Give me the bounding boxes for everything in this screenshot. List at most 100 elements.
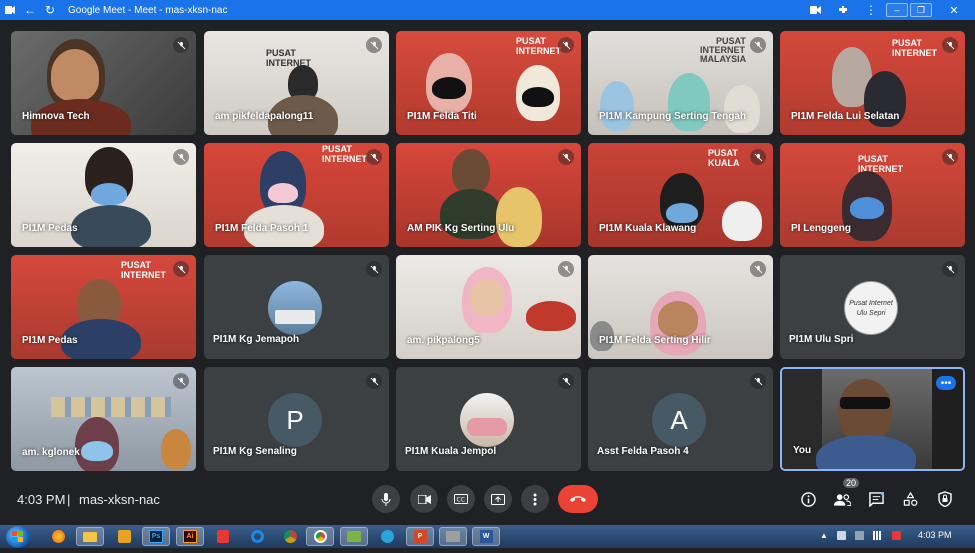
map-app-icon[interactable] — [340, 527, 368, 546]
restore-icon[interactable]: ❐ — [910, 3, 932, 17]
self-view-tile[interactable]: ••• You — [780, 367, 965, 471]
participant-tile[interactable]: PUSAT KUALA PI1M Kuala Klawang — [588, 143, 773, 247]
mic-off-icon — [173, 261, 189, 277]
media-player-icon[interactable] — [110, 527, 138, 546]
chrome-icon[interactable] — [306, 527, 334, 546]
microphone-icon — [381, 492, 391, 506]
mic-off-icon — [942, 37, 958, 53]
meeting-controls-bar: 4:03 PM | mas-xksn-nac CC — [0, 477, 975, 525]
mic-off-icon — [366, 37, 382, 53]
participant-tile[interactable]: AM PIK Kg Serting Ulu — [396, 143, 581, 247]
participant-name: PI1M Kampung Serting Tengah — [599, 111, 747, 122]
participant-tile[interactable]: P PI1M Kg Senaling — [204, 367, 389, 471]
security-app-icon[interactable] — [209, 527, 237, 546]
participant-tile[interactable]: A Asst Felda Pasoh 4 — [588, 367, 773, 471]
mic-off-icon — [942, 261, 958, 277]
network-signal-icon[interactable] — [872, 531, 883, 540]
participant-tile[interactable]: PUSAT INTERNET PI1M Felda Titi — [396, 31, 581, 135]
present-screen-button[interactable] — [484, 485, 512, 513]
window-titlebar: ← ↻ Google Meet - Meet - mas-xksn-nac ⋮ … — [0, 0, 975, 20]
back-arrow-icon[interactable]: ← — [20, 0, 40, 20]
chat-icon — [868, 491, 884, 507]
tray-expand-icon[interactable]: ▲ — [820, 531, 828, 540]
mic-off-icon — [366, 261, 382, 277]
participant-name: PI1M Kuala Klawang — [599, 223, 697, 234]
extensions-icon[interactable] — [829, 0, 857, 20]
participant-tile[interactable]: PI1M Kg Jemapoh — [204, 255, 389, 359]
word-icon[interactable]: W — [472, 527, 500, 546]
activities-button[interactable] — [900, 489, 920, 509]
app-icon — [0, 0, 20, 20]
avatar: A — [652, 393, 706, 447]
firefox-icon[interactable] — [44, 527, 72, 546]
tool-app-icon[interactable] — [439, 527, 467, 546]
wall-sign: PUSAT — [266, 48, 296, 58]
volume-muted-icon[interactable] — [891, 531, 901, 540]
participant-name: PI1M Felda Serting Hilir — [599, 335, 711, 346]
hang-up-icon — [570, 496, 586, 502]
file-explorer-icon[interactable] — [76, 527, 104, 546]
close-icon[interactable]: ✕ — [934, 3, 974, 17]
internet-explorer-icon[interactable] — [243, 527, 271, 546]
host-controls-button[interactable] — [935, 489, 955, 509]
participant-tile[interactable]: PUSAT INTERNET PI Lenggeng — [780, 143, 965, 247]
mic-off-icon — [366, 149, 382, 165]
participant-name: PI1M Kg Senaling — [213, 446, 297, 457]
mic-off-icon — [558, 149, 574, 165]
more-options-icon[interactable]: ••• — [936, 376, 956, 390]
avatar — [460, 393, 514, 447]
keyboard-icon[interactable] — [854, 531, 864, 540]
mic-off-icon — [173, 373, 189, 389]
mic-off-icon — [558, 261, 574, 277]
present-screen-icon — [491, 493, 505, 505]
more-options-button[interactable] — [521, 485, 549, 513]
chat-button[interactable] — [866, 489, 886, 509]
people-icon — [833, 493, 851, 506]
menu-kebab-icon[interactable]: ⋮ — [857, 0, 885, 20]
mic-off-icon — [942, 149, 958, 165]
mic-off-icon — [558, 373, 574, 389]
participant-tile[interactable]: PI1M Kuala Jempol — [396, 367, 581, 471]
participant-tile[interactable]: PUSAT INTERNET MALAYSIA PI1M Kampung Ser… — [588, 31, 773, 135]
wall-sign: PUSAT — [121, 260, 151, 270]
participant-tile[interactable]: Himnova Tech — [11, 31, 196, 135]
powerpoint-icon[interactable]: P — [406, 527, 434, 546]
illustrator-icon[interactable]: Ai — [176, 527, 204, 546]
camera-button[interactable] — [410, 485, 438, 513]
participant-tile[interactable]: PI1M Felda Serting Hilir — [588, 255, 773, 359]
camera-icon[interactable] — [801, 0, 829, 20]
captions-button[interactable]: CC — [447, 485, 475, 513]
avatar-logo-text: Ulu Sepri — [856, 309, 886, 317]
chrome-alt-icon[interactable] — [276, 527, 304, 546]
participant-tile[interactable]: Pusat Internet Ulu Sepri PI1M Ulu Spri — [780, 255, 965, 359]
people-button[interactable] — [832, 489, 852, 509]
tray-app-icon[interactable] — [836, 531, 846, 540]
microphone-button[interactable] — [372, 485, 400, 513]
meeting-details-button[interactable] — [798, 489, 818, 509]
wall-sign: KUALA — [708, 158, 740, 168]
participant-tile[interactable]: PI1M Pedas — [11, 143, 196, 247]
mic-off-icon — [173, 37, 189, 53]
participant-name: Himnova Tech — [22, 111, 90, 122]
leave-call-button[interactable] — [558, 485, 598, 513]
telegram-icon[interactable] — [373, 527, 401, 546]
start-button[interactable] — [6, 526, 30, 548]
participant-name: PI1M Felda Lui Selatan — [791, 111, 900, 122]
participant-tile[interactable]: am. kglonek — [11, 367, 196, 471]
avatar: Pusat Internet Ulu Sepri — [844, 281, 898, 335]
participant-name: PI Lenggeng — [791, 223, 851, 234]
wall-sign: PUSAT — [858, 154, 888, 164]
reload-icon[interactable]: ↻ — [40, 0, 60, 20]
minimize-icon[interactable]: – — [886, 3, 908, 17]
participant-tile[interactable]: am. pikpalong5 — [396, 255, 581, 359]
os-taskbar: Ps Ai P W ▲ 4:03 PM — [0, 525, 975, 548]
participant-tile[interactable]: PUSAT INTERNET PI1M Pedas — [11, 255, 196, 359]
photoshop-icon[interactable]: Ps — [142, 527, 170, 546]
participant-tile[interactable]: PUSAT INTERNET PI1M Felda Pasoh 1 — [204, 143, 389, 247]
shield-lock-icon — [938, 491, 952, 507]
taskbar-clock[interactable]: 4:03 PM — [918, 530, 952, 540]
participant-tile[interactable]: PUSAT INTERNET am pikfeldapalong11 — [204, 31, 389, 135]
participant-tile[interactable]: PUSAT INTERNET PI1M Felda Lui Selatan — [780, 31, 965, 135]
participant-name: PI1M Felda Titi — [407, 111, 477, 122]
participant-name: PI1M Kg Jemapoh — [213, 334, 300, 345]
